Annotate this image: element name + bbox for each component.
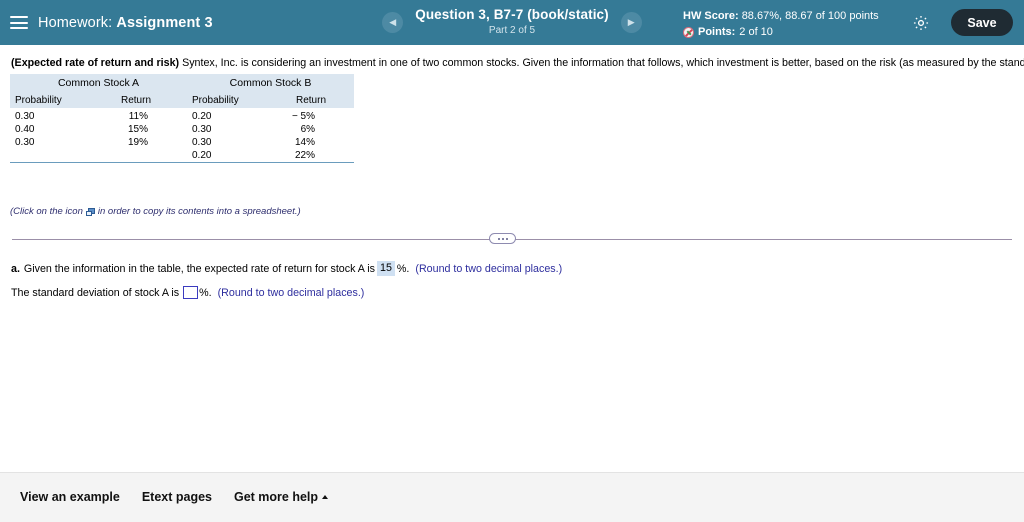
ellipsis-handle-icon[interactable]: [489, 233, 516, 244]
cell-b-return: 22%: [277, 149, 355, 163]
points-value: 2 of 10: [739, 25, 773, 38]
next-question-button[interactable]: ▶: [620, 12, 642, 33]
spreadsheet-icon-front: [85, 210, 92, 216]
question-content: (Expected rate of return and risk) Synte…: [0, 45, 1024, 472]
cell-a-probability: 0.40: [10, 123, 102, 136]
table-row: 0.30 19% 0.30 14%: [10, 136, 355, 149]
points-line: Points: 2 of 10: [683, 25, 879, 41]
part-a-text: Given the information in the table, the …: [23, 262, 376, 275]
cell-b-return: 6%: [277, 123, 355, 136]
etext-pages-label: Etext pages: [141, 490, 212, 504]
group-header-stock-a: Common Stock A: [10, 74, 187, 92]
column-header-b-return: Return: [277, 92, 355, 108]
hamburger-bar: [10, 27, 28, 29]
question-title: Question 3, B7-7 (book/static): [415, 7, 609, 23]
column-header-a-return: Return: [102, 92, 187, 108]
column-header-b-probability: Probability: [187, 92, 277, 108]
column-header-a-probability: Probability: [10, 92, 102, 108]
cell-b-return: − 5%: [277, 108, 355, 123]
question-prompt: (Expected rate of return and risk) Synte…: [11, 57, 1024, 71]
part-b-text: The standard deviation of stock A is: [11, 286, 180, 299]
part-b-unit: %.: [199, 286, 212, 299]
question-part: Part 2 of 5: [488, 25, 536, 37]
part-a-answer-value[interactable]: 15: [377, 261, 395, 277]
prev-question-button[interactable]: ◀: [382, 12, 404, 33]
cell-a-return: 15%: [102, 123, 187, 136]
get-more-help-label: Get more help: [234, 490, 319, 504]
stock-data-table: Common Stock A Common Stock B Probabilit…: [10, 74, 355, 163]
score-summary: HW Score: 88.67%, 88.67 of 100 points Po…: [683, 9, 879, 41]
hamburger-bar: [10, 21, 28, 24]
answer-part-b: The standard deviation of stock A is %. …: [11, 286, 364, 299]
footer-link-group: View an example Etext pages Get more hel…: [20, 490, 329, 504]
hw-score-label: HW Score:: [683, 10, 739, 22]
cell-b-probability: 0.20: [187, 108, 277, 123]
spreadsheet-icon[interactable]: [85, 207, 95, 216]
cell-a-return: [102, 149, 187, 163]
copy-to-spreadsheet-note: (Click on the icon in order to copy its …: [10, 206, 301, 217]
points-label: Points:: [698, 25, 736, 38]
part-a-rounding-hint: (Round to two decimal places.): [415, 262, 563, 275]
cell-a-probability: 0.30: [10, 108, 102, 123]
cell-a-return: 11%: [102, 108, 187, 123]
cell-b-return: 14%: [277, 136, 355, 149]
ellipsis-dot: [505, 237, 508, 240]
part-a-label: a.: [11, 262, 20, 275]
cell-b-probability: 0.20: [187, 149, 277, 163]
app-header: Homework: Assignment 3 ◀ Question 3, B7-…: [0, 0, 1024, 45]
ellipsis-dot: [497, 237, 500, 240]
hamburger-icon[interactable]: [10, 16, 28, 29]
ellipsis-dot: [501, 237, 504, 240]
part-b-rounding-hint: (Round to two decimal places.): [217, 286, 365, 299]
get-more-help-button[interactable]: Get more help: [234, 490, 329, 504]
group-header-stock-b: Common Stock B: [187, 74, 355, 92]
hw-score-line: HW Score: 88.67%, 88.67 of 100 points: [683, 9, 879, 25]
part-a-unit: %.: [396, 262, 410, 275]
app-footer: View an example Etext pages Get more hel…: [0, 473, 1024, 522]
copy-note-suffix: in order to copy its contents into a spr…: [97, 206, 301, 217]
hamburger-bar: [10, 16, 28, 18]
page-title-prefix: Homework:: [38, 14, 113, 31]
no-credit-icon: [683, 27, 694, 39]
page-title: Homework: Assignment 3: [38, 15, 213, 31]
caret-up-icon: [322, 494, 329, 499]
table-row: 0.20 22%: [10, 149, 355, 163]
gear-icon[interactable]: [912, 14, 930, 32]
question-prompt-lead: (Expected rate of return and risk): [11, 57, 180, 69]
table-column-header-row: Probability Return Probability Return: [10, 92, 355, 108]
question-prompt-body: Syntex, Inc. is considering an investmen…: [182, 57, 1024, 69]
cell-a-probability: 0.30: [10, 136, 102, 149]
view-an-example-button[interactable]: View an example: [20, 490, 120, 504]
view-an-example-label: View an example: [20, 490, 120, 504]
copy-note-prefix: (Click on the icon: [10, 206, 83, 217]
cell-a-return: 19%: [102, 136, 187, 149]
answer-part-a: a. Given the information in the table, t…: [11, 261, 563, 277]
save-button[interactable]: Save: [951, 9, 1013, 36]
etext-pages-button[interactable]: Etext pages: [142, 490, 212, 504]
standard-deviation-input[interactable]: [183, 286, 199, 299]
question-info: Question 3, B7-7 (book/static) Part 2 of…: [415, 7, 609, 37]
hw-score-value: 88.67%, 88.67 of 100 points: [741, 10, 879, 22]
table-row: 0.30 11% 0.20 − 5%: [10, 108, 355, 123]
cell-b-probability: 0.30: [187, 123, 277, 136]
cell-a-probability: [10, 149, 102, 163]
table-group-header-row: Common Stock A Common Stock B: [10, 74, 355, 92]
assignment-name: Assignment 3: [116, 14, 213, 31]
cell-b-probability: 0.30: [187, 136, 277, 149]
homework-question-page: Homework: Assignment 3 ◀ Question 3, B7-…: [0, 0, 1024, 522]
table-row: 0.40 15% 0.30 6%: [10, 123, 355, 136]
